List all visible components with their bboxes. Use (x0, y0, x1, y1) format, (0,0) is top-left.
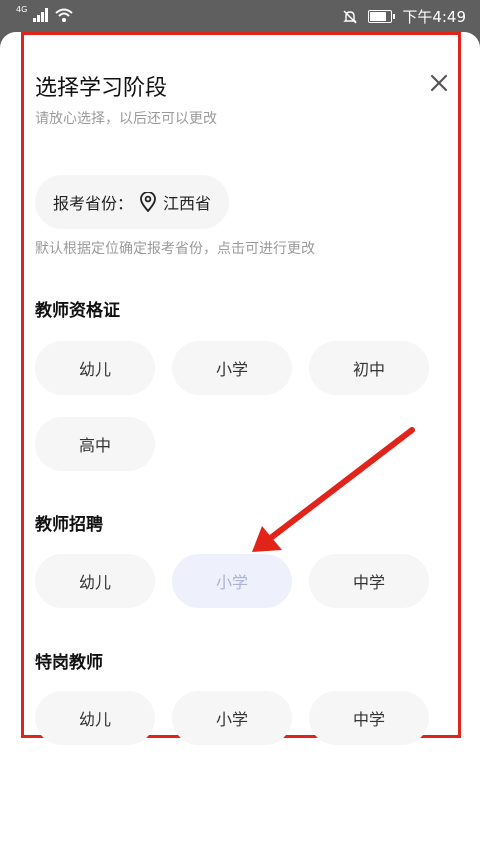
annotation-arrow-icon (252, 427, 415, 552)
